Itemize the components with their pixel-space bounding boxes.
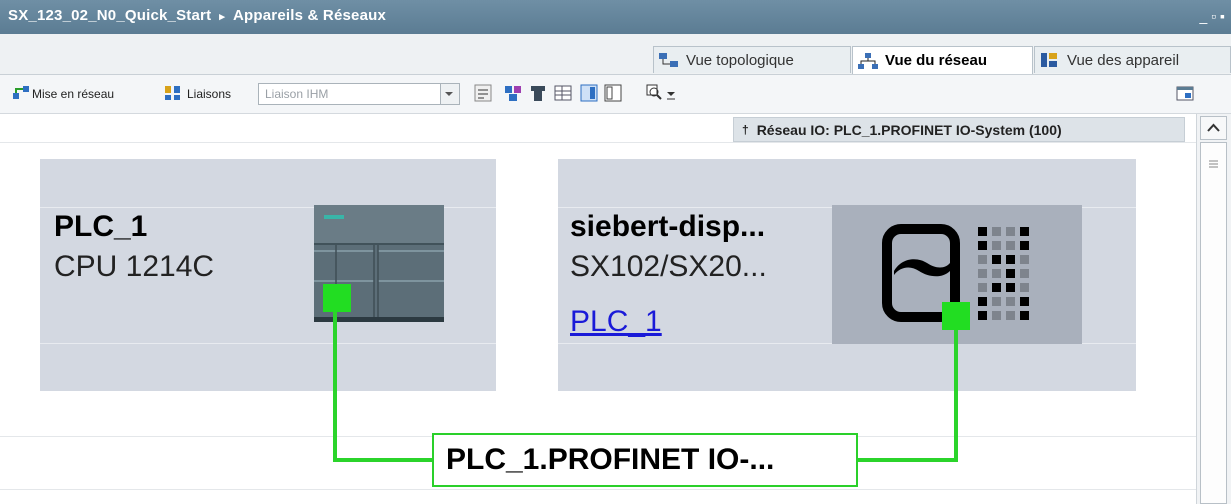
ethernet-port[interactable] [942,302,970,330]
profinet-cable[interactable] [333,312,337,460]
device-view-icon [1041,53,1057,67]
device-divider [40,343,496,344]
address-icon[interactable] [529,84,547,102]
io-network-label[interactable]: † Réseau IO: PLC_1.PROFINET IO-System (1… [733,117,1185,142]
view-tabs: Vue topologique Vue du réseau Vue des ap… [0,34,1231,75]
title-bar: SX_123_02_N0_Quick_Start ▸ Appareils & Rés… [0,0,1231,34]
vertical-scrollbar[interactable] [1196,114,1231,504]
pin-icon[interactable]: † [742,123,749,137]
profinet-cable[interactable] [858,458,958,462]
breadcrumb-separator: ▸ [219,11,225,23]
breadcrumb-section[interactable]: Appareils & Réseaux [233,7,386,24]
scroll-thumb[interactable] [1200,142,1227,504]
io-controller-link[interactable]: PLC_1 [570,305,662,339]
connections-icon[interactable] [164,84,182,102]
device-siebert-display[interactable]: siebert-disp... SX102/SX20... PLC_1 [558,159,1136,391]
device-plc[interactable]: PLC_1 CPU 1214C [40,159,496,391]
network-view-icon [858,52,878,69]
window-controls[interactable]: _ ▫ ▪ [1200,8,1226,24]
tab-device-view[interactable]: Vue des appareil [1034,46,1231,73]
tab-label: Vue des appareil [1067,51,1180,69]
breadcrumb-project[interactable]: SX_123_02_N0_Quick_Start [8,7,211,24]
breadcrumb: SX_123_02_N0_Quick_Start ▸ Appareils & Rés… [8,7,386,24]
io-network-text: Réseau IO: PLC_1.PROFINET IO-System (100… [756,121,1062,138]
name-assign-icon[interactable] [474,84,492,102]
chevron-down-icon[interactable] [440,84,459,104]
ethernet-port[interactable] [323,284,351,312]
topology-icon [659,53,678,67]
table-view-icon[interactable] [554,84,572,102]
grid-line [0,489,1196,490]
layout-panel-icon[interactable] [1176,84,1194,102]
network-button[interactable]: Mise en réseau [32,83,114,105]
profinet-cable[interactable] [954,330,958,460]
connections-button[interactable]: Liaisons [187,83,231,105]
scroll-up-button[interactable] [1200,116,1227,140]
profinet-network-text: PLC_1.PROFINET IO-... [446,443,775,476]
tab-network-view[interactable]: Vue du réseau [852,46,1033,74]
panel-view-icon[interactable] [580,84,598,102]
connection-type-select[interactable]: Liaison IHM [258,83,460,105]
zoom-icon[interactable] [646,84,664,102]
tab-label: Vue topologique [686,51,794,69]
tab-label: Vue du réseau [885,52,987,69]
connection-type-value: Liaison IHM [265,87,329,101]
device-config-icon[interactable] [504,84,522,102]
device-type: CPU 1214C [54,250,215,283]
zoom-dropdown-icon[interactable] [665,84,677,102]
device-name: siebert-disp... [570,210,766,243]
panel-toggle-icon[interactable] [604,84,622,102]
device-type: SX102/SX20... [570,250,767,283]
network-connect-icon[interactable] [12,84,30,102]
device-name: PLC_1 [54,210,148,243]
toolbar: Mise en réseau Liaisons Liaison IHM [0,75,1231,114]
tab-topology-view[interactable]: Vue topologique [653,46,851,73]
profinet-network-label[interactable]: PLC_1.PROFINET IO-... [432,433,858,487]
grid-line [0,142,1196,143]
profinet-cable[interactable] [333,458,433,462]
